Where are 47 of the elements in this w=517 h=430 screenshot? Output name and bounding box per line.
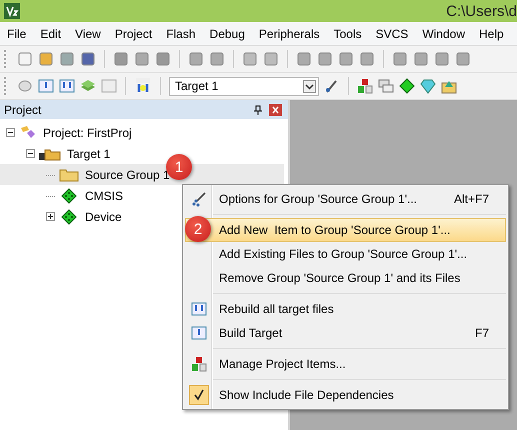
tree-expander[interactable] [46,212,55,221]
diamond-chip-icon[interactable] [399,78,415,94]
app-logo-icon [4,3,20,19]
menu-item[interactable]: Flash [159,26,203,40]
build-icon [191,325,207,341]
menu-item[interactable]: Edit [33,26,68,40]
menu-item[interactable]: View [68,26,108,40]
window-title: C:\Users\d [446,2,517,20]
menu-item[interactable]: Build Target F7 [185,321,506,345]
tree-item[interactable]: Project: FirstProj [41,124,134,140]
rebuild-icon[interactable] [59,78,75,94]
tree-expander[interactable] [26,149,35,158]
close-icon[interactable] [269,104,282,116]
menu-item[interactable]: SVCS [368,26,416,40]
menu-item[interactable]: Peripherals [252,26,327,40]
tree-item[interactable]: Device [83,208,124,224]
checkmark-icon [189,385,209,405]
menu-item[interactable]: Show Include File Dependencies [185,383,506,407]
gem-icon[interactable] [420,78,436,94]
blocks-icon[interactable] [357,78,373,94]
menu-item[interactable]: Tools [326,26,369,40]
pin-icon[interactable] [253,104,263,114]
menu-item[interactable]: Project [108,26,160,40]
project-icon [19,124,37,140]
panel-title: Project [4,102,42,116]
tree-expander[interactable] [6,128,15,137]
diamond-chip-icon [59,188,79,204]
build-icon[interactable] [38,78,54,94]
diamond-chip-icon [59,208,79,224]
folder-icon [59,166,79,182]
tree-item[interactable]: Target 1 [65,146,112,162]
layers-icon[interactable] [80,78,96,94]
windows-icon[interactable] [378,78,394,94]
menu-item[interactable]: Remove Group 'Source Group 1' and its Files [185,266,506,290]
menu-item[interactable]: Add Existing Files to Group 'Source Group 1'... [185,242,506,266]
menu-item[interactable]: Manage Project Items... [185,352,506,376]
menu-item[interactable]: Help [472,26,511,40]
menu-item[interactable]: Debug [202,26,252,40]
tree-item[interactable]: CMSIS [83,188,126,204]
menu-item[interactable]: Window [415,26,472,40]
rebuild-icon [191,301,207,317]
menu-item[interactable]: Options for Group 'Source Group 1'... Alt+F7 [185,187,506,211]
target-select[interactable]: Target 1 [169,76,319,96]
menu-item[interactable]: Rebuild all target files [185,297,506,321]
menu-item[interactable]: File [0,26,34,40]
magic-wand-icon [191,191,207,207]
blocks-icon [191,356,207,372]
